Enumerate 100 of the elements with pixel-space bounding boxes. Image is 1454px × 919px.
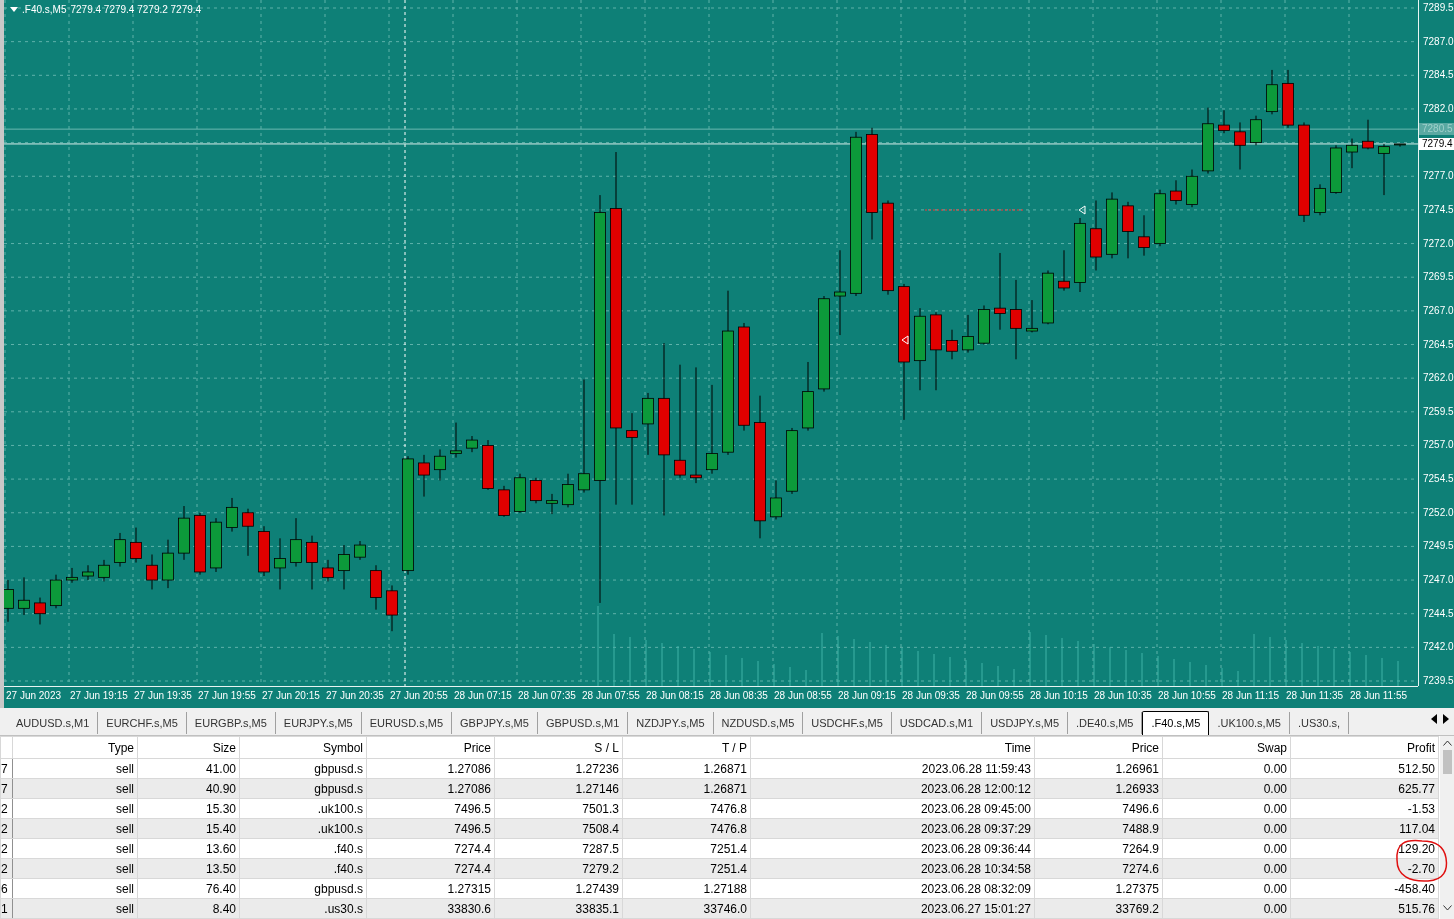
chart-tab[interactable]: .US30.s,: [1289, 712, 1350, 734]
chart-tab[interactable]: NZDUSD.s,M5: [713, 712, 804, 734]
table-cell: 1.27086: [366, 778, 495, 799]
chart-tab[interactable]: .UK100.s,M5: [1209, 712, 1290, 734]
price-label: 7257.0: [1423, 439, 1454, 452]
chart-tab[interactable]: USDCHF.s,M5: [803, 712, 892, 734]
time-label: 27 Jun 19:15: [70, 690, 128, 702]
candlestick: [674, 364, 686, 479]
table-cell: .uk100.s: [239, 818, 367, 839]
table-cell: 1.27375: [1034, 878, 1163, 899]
price-label: 7277.0: [1423, 170, 1454, 183]
chart-tab[interactable]: NZDJPY.s,M5: [628, 712, 714, 734]
scroll-right-icon[interactable]: [1442, 714, 1450, 724]
chart-symbol: .F40.s,M5: [22, 3, 67, 17]
table-cell: 2: [0, 798, 13, 819]
table-cell: 2023.06.28 09:37:29: [750, 818, 1035, 839]
column-header[interactable]: Profit: [1290, 736, 1439, 759]
table-cell: 15.30: [137, 798, 240, 819]
table-cell: 8.40: [137, 898, 240, 919]
chart-tab[interactable]: EURGBP.s,M5: [186, 712, 276, 734]
candlestick: [114, 532, 126, 568]
candlestick: [546, 493, 558, 515]
table-cell: 7: [0, 778, 13, 799]
price-label: 7244.5: [1423, 607, 1454, 620]
table-cell: 13.50: [137, 858, 240, 879]
table-cell: 13.60: [137, 838, 240, 859]
table-cell: 1.27236: [494, 758, 623, 779]
chart-tab[interactable]: USDJPY.s,M5: [982, 712, 1068, 734]
table-cell: 1.26933: [1034, 778, 1163, 799]
table-cell: sell: [12, 798, 138, 819]
candlestick: [706, 384, 718, 475]
column-header[interactable]: S / L: [494, 736, 623, 759]
table-cell: 1: [0, 898, 13, 919]
table-cell: 0.00: [1162, 798, 1291, 819]
table-cell: 7501.3: [494, 798, 623, 819]
chart-tab[interactable]: EURCHF.s,M5: [98, 712, 187, 734]
column-header[interactable]: Price: [1034, 736, 1163, 759]
candlestick: [290, 517, 302, 568]
table-cell: 1.27439: [494, 878, 623, 899]
candlestick: [1218, 109, 1230, 134]
chart-tab[interactable]: .F40.s,M5: [1142, 711, 1210, 735]
scroll-left-icon[interactable]: [1430, 714, 1438, 724]
table-cell: 33830.6: [366, 898, 495, 919]
chart-tab[interactable]: USDCAD.s,M1: [891, 712, 983, 734]
table-cell: -458.40: [1290, 878, 1439, 899]
table-cell: 7476.8: [622, 798, 751, 819]
price-label: 7267.0: [1423, 304, 1454, 317]
candlestick: [690, 366, 702, 484]
table-cell: 7476.8: [622, 818, 751, 839]
scrollbar-thumb[interactable]: [1442, 750, 1452, 774]
time-label: 27 Jun 2023: [6, 690, 62, 702]
time-label: 28 Jun 07:35: [518, 690, 576, 702]
table-cell: 2: [0, 838, 13, 859]
candlestick: [130, 527, 142, 564]
table-cell: sell: [12, 858, 138, 879]
table-cell: 129.20: [1290, 838, 1439, 859]
chart-tab[interactable]: EURUSD.s,M5: [361, 712, 452, 734]
candlestick: [450, 422, 462, 459]
table-cell: sell: [12, 838, 138, 859]
price-label: 7274.5: [1423, 203, 1454, 216]
price-label: 7242.0: [1423, 641, 1454, 654]
price-label: 7287.0: [1423, 35, 1454, 48]
column-header[interactable]: Time: [750, 736, 1035, 759]
chart-tab[interactable]: GBPUSD.s,M1: [537, 712, 629, 734]
candlestick: [962, 314, 974, 354]
candlestick: [530, 477, 542, 504]
candlestick: [354, 540, 366, 561]
table-cell: 7274.4: [366, 858, 495, 879]
price-label: 7239.5: [1423, 675, 1454, 687]
chart-tab[interactable]: AUDUSD.s,M1: [8, 712, 99, 734]
time-label: 27 Jun 20:35: [326, 690, 384, 702]
table-cell: 0.00: [1162, 838, 1291, 859]
table-cell: 33769.2: [1034, 898, 1163, 919]
price-label: 7262.0: [1423, 372, 1454, 385]
table-cell: 7496.6: [1034, 798, 1163, 819]
scroll-up-icon[interactable]: [1442, 740, 1452, 746]
table-cell: 0.00: [1162, 818, 1291, 839]
table-cell: 2023.06.28 10:34:58: [750, 858, 1035, 879]
table-cell: 0.00: [1162, 898, 1291, 919]
candlestick: [434, 448, 446, 481]
bid-price-tag: 7279.4: [1419, 138, 1454, 150]
column-header[interactable]: Size: [137, 736, 240, 759]
column-header[interactable]: Swap: [1162, 736, 1291, 759]
chart-tab[interactable]: GBPJPY.s,M5: [452, 712, 538, 734]
table-cell: 7508.4: [494, 818, 623, 839]
column-header[interactable]: Symbol: [239, 736, 367, 759]
table-cell: 2: [0, 818, 13, 839]
table-cell: .f40.s: [239, 858, 367, 879]
table-cell: 7496.5: [366, 818, 495, 839]
column-header[interactable]: Price: [366, 736, 495, 759]
chart-tab[interactable]: EURJPY.s,M5: [275, 712, 362, 734]
table-cell: 7287.5: [494, 838, 623, 859]
column-header[interactable]: Type: [12, 736, 138, 759]
table-cell: 0.00: [1162, 858, 1291, 879]
dropdown-icon[interactable]: [10, 6, 18, 13]
table-cell: 7274.4: [366, 838, 495, 859]
table-cell: 117.04: [1290, 818, 1439, 839]
column-header[interactable]: T / P: [622, 736, 751, 759]
scroll-down-icon[interactable]: [1442, 905, 1452, 911]
price-label: 7269.5: [1423, 271, 1454, 284]
